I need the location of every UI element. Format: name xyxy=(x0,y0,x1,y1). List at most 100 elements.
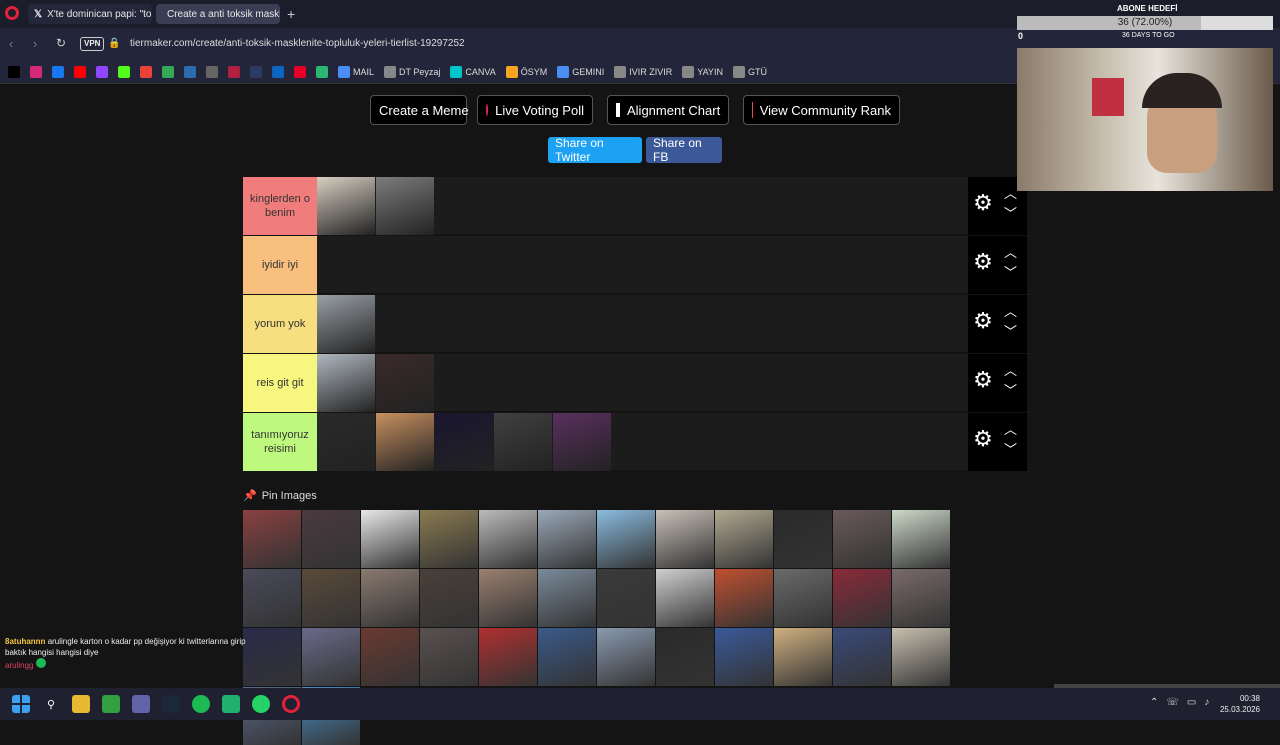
tier-image[interactable] xyxy=(376,413,434,471)
file-explorer-icon[interactable] xyxy=(72,695,90,713)
pool-image[interactable] xyxy=(420,569,478,627)
pool-image[interactable] xyxy=(538,628,596,686)
tier-image[interactable] xyxy=(317,177,375,235)
pool-image[interactable] xyxy=(302,510,360,568)
pool-image[interactable] xyxy=(715,628,773,686)
bookmark-6[interactable] xyxy=(140,65,152,78)
search-icon[interactable]: ⚲ xyxy=(42,695,60,713)
pool-image[interactable] xyxy=(361,569,419,627)
chevron-up-icon[interactable]: ︿ xyxy=(1004,187,1017,200)
pool-image[interactable] xyxy=(302,569,360,627)
tab-twitter[interactable]: 𝕏 X'te dominican papi: "topl xyxy=(28,4,152,24)
tier-label[interactable]: reis git git xyxy=(243,354,317,412)
bookmark-10[interactable] xyxy=(228,65,240,78)
pool-image[interactable] xyxy=(479,628,537,686)
spotify-icon[interactable] xyxy=(192,695,210,713)
tier-image[interactable] xyxy=(435,413,493,471)
pool-image[interactable] xyxy=(479,510,537,568)
tier-image[interactable] xyxy=(376,177,434,235)
bookmark-20[interactable]: IVIR ZIVIR xyxy=(614,65,672,78)
bookmark-14[interactable] xyxy=(316,65,328,78)
bookmark-15[interactable]: MAIL xyxy=(338,65,374,78)
bookmark-21[interactable]: YAYIN xyxy=(682,65,723,78)
gear-icon[interactable]: ⚙ xyxy=(972,369,994,391)
opera-taskbar-icon[interactable] xyxy=(282,695,300,713)
tier-image[interactable] xyxy=(317,295,375,353)
pool-image[interactable] xyxy=(597,510,655,568)
community-rank-button[interactable]: View Community Rank xyxy=(743,95,900,125)
bookmark-1[interactable] xyxy=(30,65,42,78)
tab-tiermaker[interactable]: Create a anti toksik maskl ✕ xyxy=(156,4,280,24)
tier-image[interactable] xyxy=(553,413,611,471)
live-voting-button[interactable]: Live Voting Poll xyxy=(477,95,593,125)
opera-icon[interactable] xyxy=(5,6,19,20)
pool-image[interactable] xyxy=(774,628,832,686)
gear-icon[interactable]: ⚙ xyxy=(972,310,994,332)
pool-image[interactable] xyxy=(243,510,301,568)
app-icon[interactable] xyxy=(222,695,240,713)
pool-image[interactable] xyxy=(479,569,537,627)
gear-icon[interactable]: ⚙ xyxy=(972,192,994,214)
tier-drop-area[interactable] xyxy=(317,295,968,353)
chevron-up-icon[interactable]: ︿ xyxy=(1004,364,1017,377)
pool-image[interactable] xyxy=(361,510,419,568)
pool-image[interactable] xyxy=(420,628,478,686)
pool-image[interactable] xyxy=(420,510,478,568)
bookmark-11[interactable] xyxy=(250,65,262,78)
alignment-chart-button[interactable]: Alignment Chart xyxy=(607,95,729,125)
tier-label[interactable]: kinglerden o benim xyxy=(243,177,317,235)
chevron-up-icon[interactable]: ︿ xyxy=(1004,423,1017,436)
vpn-badge[interactable]: VPN xyxy=(80,37,105,51)
chevron-down-icon[interactable]: ﹀ xyxy=(1004,207,1017,220)
pool-image[interactable] xyxy=(302,628,360,686)
bookmark-9[interactable] xyxy=(206,65,218,78)
pool-image[interactable] xyxy=(833,569,891,627)
pool-image[interactable] xyxy=(656,510,714,568)
bookmark-12[interactable] xyxy=(272,65,284,78)
pool-image[interactable] xyxy=(774,569,832,627)
gear-icon[interactable]: ⚙ xyxy=(972,251,994,273)
pool-image[interactable] xyxy=(361,628,419,686)
pool-image[interactable] xyxy=(597,628,655,686)
create-meme-button[interactable]: Create a Meme xyxy=(370,95,469,125)
tier-image[interactable] xyxy=(317,354,375,412)
forward-icon[interactable]: › xyxy=(33,36,37,51)
tier-label[interactable]: yorum yok xyxy=(243,295,317,353)
tray-icons[interactable]: ⌃☏▭♪ xyxy=(1150,697,1217,708)
pool-image[interactable] xyxy=(892,569,950,627)
bookmark-8[interactable] xyxy=(184,65,196,78)
bookmark-3[interactable] xyxy=(74,65,86,78)
pool-image[interactable] xyxy=(597,569,655,627)
pool-image[interactable] xyxy=(774,510,832,568)
whatsapp-icon[interactable] xyxy=(252,695,270,713)
pool-image[interactable] xyxy=(833,628,891,686)
teams-icon[interactable] xyxy=(132,695,150,713)
chevron-down-icon[interactable]: ﹀ xyxy=(1004,325,1017,338)
bookmark-7[interactable] xyxy=(162,65,174,78)
pool-image[interactable] xyxy=(538,510,596,568)
share-fb-button[interactable]: Share on FB xyxy=(646,136,722,164)
pool-image[interactable] xyxy=(715,569,773,627)
bookmark-0[interactable] xyxy=(8,65,20,78)
chevron-up-icon[interactable]: ︿ xyxy=(1004,305,1017,318)
new-tab-icon[interactable]: + xyxy=(287,6,295,22)
bookmark-22[interactable]: GTÜ xyxy=(732,65,767,78)
bookmark-13[interactable] xyxy=(294,65,306,78)
tier-drop-area[interactable] xyxy=(317,177,968,235)
chevron-down-icon[interactable]: ﹀ xyxy=(1004,266,1017,279)
pool-image[interactable] xyxy=(892,628,950,686)
bookmark-16[interactable]: DT Peyzaj xyxy=(384,65,440,78)
tier-drop-area[interactable] xyxy=(317,354,968,412)
bookmark-2[interactable] xyxy=(52,65,64,78)
reload-icon[interactable]: ↻ xyxy=(56,36,66,50)
gear-icon[interactable]: ⚙ xyxy=(972,428,994,450)
tier-label[interactable]: tanımıyoruz reisimi xyxy=(243,413,317,471)
back-icon[interactable]: ‹ xyxy=(9,36,13,51)
bookmark-18[interactable]: ÖSYM xyxy=(505,65,547,78)
chevron-down-icon[interactable]: ﹀ xyxy=(1004,443,1017,456)
pool-image[interactable] xyxy=(656,569,714,627)
chevron-down-icon[interactable]: ﹀ xyxy=(1004,384,1017,397)
steam-icon[interactable] xyxy=(162,695,180,713)
bookmark-4[interactable] xyxy=(96,65,108,78)
url-field[interactable]: tiermaker.com/create/anti-toksik-masklen… xyxy=(130,38,465,49)
